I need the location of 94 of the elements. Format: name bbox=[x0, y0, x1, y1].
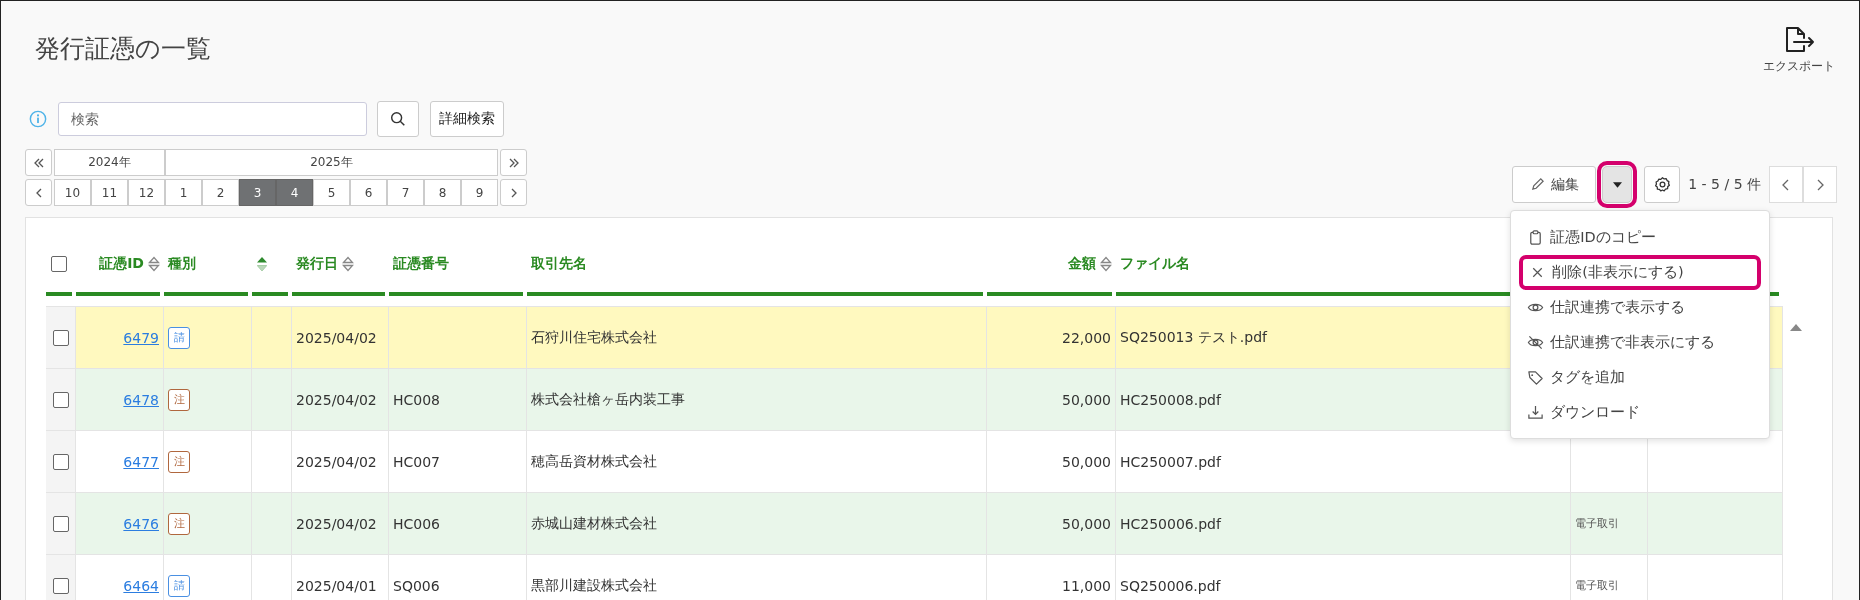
select-all-checkbox[interactable] bbox=[51, 256, 67, 272]
table-cell: 2025/04/02 bbox=[296, 329, 377, 346]
voucher-id-link[interactable]: 6464 bbox=[123, 577, 159, 594]
month-tab[interactable]: 9 bbox=[461, 179, 498, 206]
previous-year-button[interactable] bbox=[25, 149, 52, 176]
gear-icon bbox=[1653, 176, 1671, 193]
month-tab[interactable]: 10 bbox=[54, 179, 91, 206]
table-cell: 2025/04/01 bbox=[296, 577, 377, 594]
table-cell: 22,000 bbox=[1062, 329, 1111, 346]
advanced-search-button[interactable]: 詳細検索 bbox=[430, 101, 504, 137]
table-cell: 株式会社槍ヶ岳内装工事 bbox=[531, 390, 685, 409]
column-header[interactable]: 金額 bbox=[1068, 255, 1096, 273]
table-cell: 電子取引 bbox=[1575, 578, 1619, 593]
file-export-icon bbox=[1783, 25, 1815, 55]
edit-button[interactable]: 編集 bbox=[1512, 166, 1597, 203]
export-button[interactable]: エクスポート bbox=[1763, 25, 1835, 75]
caret-icon bbox=[1612, 181, 1622, 188]
sort-icon[interactable] bbox=[342, 255, 354, 273]
table-cell: 2025/04/02 bbox=[296, 391, 377, 408]
row-checkbox[interactable] bbox=[52, 515, 69, 532]
next-year-button[interactable] bbox=[500, 149, 527, 176]
page-title: 発行証憑の一覧 bbox=[35, 33, 211, 65]
row-checkbox[interactable] bbox=[52, 329, 69, 346]
table-cell: 黒部川建設株式会社 bbox=[531, 576, 657, 595]
sort-icon[interactable] bbox=[1100, 255, 1112, 273]
voucher-id-link[interactable]: 6477 bbox=[123, 453, 159, 470]
column-header[interactable]: 取引先名 bbox=[531, 255, 587, 273]
year-label: 2024年 bbox=[54, 149, 165, 176]
month-tab[interactable]: 7 bbox=[387, 179, 424, 206]
column-header[interactable]: 証憑ID bbox=[99, 255, 144, 273]
scroll-up-icon[interactable] bbox=[1790, 323, 1802, 331]
type-tag: 注 bbox=[168, 388, 190, 411]
pencil-icon bbox=[1529, 177, 1545, 192]
table-cell: 穂高岳資材株式会社 bbox=[531, 452, 657, 471]
table-cell: HC007 bbox=[393, 453, 441, 470]
type-tag: 注 bbox=[168, 512, 190, 535]
month-tab[interactable]: 11 bbox=[91, 179, 128, 206]
search-icon bbox=[389, 110, 407, 128]
row-checkbox[interactable] bbox=[52, 453, 69, 470]
month-tab[interactable]: 5 bbox=[313, 179, 350, 206]
column-header[interactable]: 発行日 bbox=[296, 255, 338, 273]
table-cell: 石狩川住宅株式会社 bbox=[531, 328, 657, 347]
table-cell: HC250007.pdf bbox=[1120, 453, 1221, 470]
table-cell: 2025/04/02 bbox=[296, 453, 377, 470]
table-cell: 2025/04/02 bbox=[296, 515, 377, 532]
row-checkbox[interactable] bbox=[52, 577, 69, 594]
search-field[interactable]: 検索 bbox=[58, 102, 367, 136]
record-count: 1 - 5 / 5 件 bbox=[1688, 175, 1761, 194]
menu-item[interactable]: 削除(非表示にする) bbox=[1519, 255, 1762, 290]
month-tab[interactable]: 3 bbox=[239, 179, 276, 206]
double-chevron-left-icon bbox=[32, 156, 45, 169]
type-tag: 請 bbox=[168, 326, 190, 349]
voucher-id-link[interactable]: 6476 bbox=[123, 515, 159, 532]
table-cell: 電子取引 bbox=[1575, 516, 1619, 531]
table-cell: 11,000 bbox=[1062, 577, 1111, 594]
row-checkbox[interactable] bbox=[52, 391, 69, 408]
table-cell: 50,000 bbox=[1062, 391, 1111, 408]
type-tag: 請 bbox=[168, 574, 190, 597]
table-cell: HC250006.pdf bbox=[1120, 515, 1221, 532]
sort-ascending-icon[interactable] bbox=[256, 255, 268, 273]
table-cell: SQ250006.pdf bbox=[1120, 577, 1221, 594]
voucher-id-link[interactable]: 6479 bbox=[123, 329, 159, 346]
menu-item[interactable]: 証憑IDのコピー bbox=[1519, 220, 1762, 255]
type-tag: 注 bbox=[168, 450, 190, 473]
table-cell: HC006 bbox=[393, 515, 441, 532]
month-tab[interactable]: 6 bbox=[350, 179, 387, 206]
menu-item[interactable]: ダウンロード bbox=[1519, 395, 1762, 430]
double-chevron-right-icon bbox=[507, 156, 520, 169]
menu-item[interactable]: 仕訳連携で非表示にする bbox=[1519, 325, 1762, 360]
table-cell: HC250008.pdf bbox=[1120, 391, 1221, 408]
month-tab[interactable]: 8 bbox=[424, 179, 461, 206]
tag-icon bbox=[1527, 369, 1545, 386]
table-cell: 50,000 bbox=[1062, 453, 1111, 470]
menu-item[interactable]: 仕訳連携で表示する bbox=[1519, 290, 1762, 325]
month-tab[interactable]: 12 bbox=[128, 179, 165, 206]
column-header[interactable]: 種別 bbox=[168, 255, 196, 273]
table-cell: SQ006 bbox=[393, 577, 440, 594]
month-tab[interactable]: 1 bbox=[165, 179, 202, 206]
table-cell: SQ250013 テスト.pdf bbox=[1120, 328, 1267, 347]
search-button[interactable] bbox=[377, 101, 419, 137]
sort-icon[interactable] bbox=[148, 255, 160, 273]
column-header[interactable]: ファイル名 bbox=[1120, 255, 1190, 273]
eye-slash-icon bbox=[1527, 334, 1545, 351]
menu-item[interactable]: タグを追加 bbox=[1519, 360, 1762, 395]
column-header[interactable]: 証憑番号 bbox=[393, 255, 449, 273]
month-tab[interactable]: 4 bbox=[276, 179, 313, 206]
table-cell: HC008 bbox=[393, 391, 441, 408]
voucher-id-link[interactable]: 6478 bbox=[123, 391, 159, 408]
month-tab[interactable]: 2 bbox=[202, 179, 239, 206]
settings-button[interactable] bbox=[1644, 166, 1681, 203]
download-icon bbox=[1527, 404, 1545, 421]
table-cell: 赤城山建材株式会社 bbox=[531, 514, 657, 533]
table-cell: 50,000 bbox=[1062, 515, 1111, 532]
year-label: 2025年 bbox=[165, 149, 498, 176]
